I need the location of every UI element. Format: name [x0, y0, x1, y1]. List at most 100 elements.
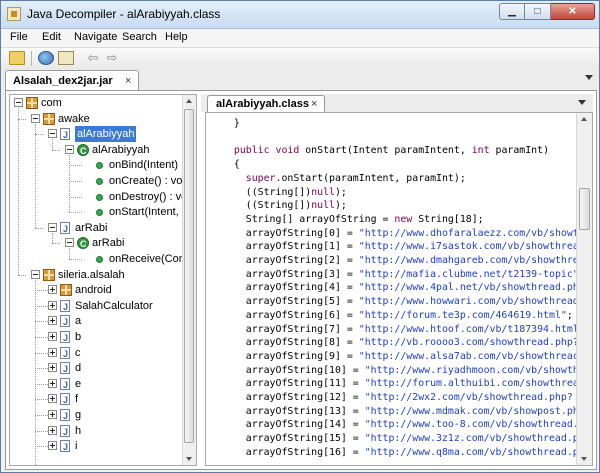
tree-node[interactable]: sileria.alsalah — [10, 267, 182, 283]
collapse-icon[interactable] — [65, 144, 74, 154]
scroll-up-icon[interactable] — [186, 99, 192, 103]
tree-node[interactable]: b — [10, 329, 182, 346]
collapse-icon[interactable] — [31, 269, 40, 279]
package-tree: comawakealArabiyyahalArabiyyahonBind(Int… — [9, 94, 197, 466]
tree-scroll-thumb[interactable] — [184, 109, 194, 443]
minimize-button[interactable]: ▁ — [499, 3, 525, 20]
tree-node[interactable]: onStart(Intent, — [10, 204, 182, 220]
close-button[interactable]: ✕ — [551, 3, 595, 20]
back-arrow-icon[interactable]: ⇦ — [85, 51, 101, 65]
window-title: Java Decompiler - alArabiyyah.class — [27, 7, 221, 21]
tree-node[interactable]: g — [10, 407, 182, 424]
collapse-icon[interactable] — [14, 98, 23, 107]
tree-node[interactable]: h — [10, 423, 182, 440]
editor-tab-close-icon[interactable]: × — [311, 98, 317, 110]
code-editor[interactable]: } public void onStart(Intent paramIntent… — [205, 112, 593, 466]
collapse-icon[interactable] — [65, 238, 74, 248]
tree-node-label: e — [75, 377, 82, 390]
tree-scrollbar[interactable] — [182, 95, 196, 465]
tree-node[interactable]: alArabiyyah — [10, 126, 182, 143]
expand-icon[interactable] — [48, 378, 57, 388]
menu-search[interactable]: Search — [122, 31, 157, 43]
code-line: arrayOfString[16] = "http://www.q8ma.com… — [222, 446, 576, 458]
menu-navigate[interactable]: Navigate — [74, 31, 117, 43]
java-icon — [60, 361, 70, 377]
expand-icon[interactable] — [48, 441, 57, 451]
expand-icon[interactable] — [48, 347, 57, 357]
collapse-icon[interactable] — [31, 113, 40, 123]
tree-node[interactable]: onCreate() : voi — [10, 173, 185, 189]
tree-node-label: sileria.alsalah — [58, 268, 125, 281]
collapse-icon[interactable] — [48, 129, 57, 139]
maximize-button[interactable]: □ — [525, 3, 551, 20]
expand-icon[interactable] — [48, 300, 57, 310]
expand-icon[interactable] — [48, 363, 57, 373]
editor-tab-label: alArabiyyah.class — [216, 98, 309, 110]
tree-node-label: SalahCalculator — [75, 299, 153, 312]
tree-node[interactable]: onDestroy() : vc — [10, 189, 187, 205]
method-icon — [96, 256, 103, 263]
code-line: arrayOfString[8] = "http://vb.roooo3.com… — [222, 337, 576, 349]
code-line: arrayOfString[4] = "http://www.4pal.net/… — [222, 282, 576, 294]
forward-arrow-icon[interactable]: ⇨ — [104, 51, 120, 65]
expand-icon[interactable] — [48, 410, 57, 419]
tree-node-label: android — [75, 284, 112, 297]
source-code[interactable]: } public void onStart(Intent paramIntent… — [206, 113, 576, 465]
tree-node-label: g — [75, 409, 82, 421]
menu-file[interactable]: File — [10, 31, 28, 43]
code-line: arrayOfString[10] = "http://www.riyadhmo… — [222, 364, 576, 376]
tree-node-label: alArabiyyah — [75, 126, 137, 143]
title-bar[interactable]: Java Decompiler - alArabiyyah.class ▁ □ … — [1, 1, 599, 29]
editor-scroll-thumb[interactable] — [579, 188, 590, 230]
editor-scroll-up-icon[interactable] — [581, 117, 587, 121]
tree-node[interactable]: a — [10, 313, 182, 330]
tab-close-icon[interactable]: × — [125, 75, 131, 87]
scroll-down-icon[interactable] — [186, 457, 192, 461]
tree-node[interactable]: com — [10, 95, 182, 111]
tree-node[interactable]: d — [10, 360, 182, 377]
editor-scrollbar[interactable] — [576, 113, 592, 465]
tree-node[interactable]: arRabi — [10, 220, 182, 237]
package-icon — [60, 284, 72, 297]
tree-node[interactable]: android — [10, 282, 182, 298]
expand-icon[interactable] — [48, 316, 57, 326]
tree-node[interactable]: awake — [10, 111, 182, 127]
tree-node[interactable]: alArabiyyah — [10, 142, 182, 159]
editor-tab-list-icon[interactable] — [578, 100, 586, 105]
package-icon — [43, 112, 55, 125]
browse-icon[interactable] — [38, 51, 54, 65]
tab-list-icon[interactable] — [585, 75, 593, 80]
tree-node[interactable]: i — [10, 438, 182, 455]
java-icon — [60, 392, 70, 408]
expand-icon[interactable] — [48, 332, 57, 341]
editor-scroll-down-icon[interactable] — [581, 457, 587, 461]
tree-node[interactable]: e — [10, 376, 182, 393]
menu-help[interactable]: Help — [165, 31, 188, 43]
tree-node[interactable]: arRabi — [10, 235, 182, 252]
expand-icon[interactable] — [48, 394, 57, 404]
open-file-icon[interactable] — [9, 51, 25, 65]
expand-icon[interactable] — [48, 285, 57, 295]
java-icon — [60, 127, 70, 143]
java-decompiler-icon — [7, 7, 21, 21]
search-icon[interactable] — [58, 51, 74, 65]
tree-node[interactable]: SalahCalculator — [10, 298, 182, 315]
tree-node[interactable]: onBind(Intent) — [10, 157, 182, 173]
code-line: arrayOfString[2] = "http://www.dmahgareb… — [222, 255, 576, 266]
tree-node-label: arRabi — [75, 221, 108, 234]
tree-node-label: f — [75, 393, 79, 406]
tree-node[interactable]: c — [10, 345, 182, 362]
tab-alarabiyyah-class[interactable]: alArabiyyah.class × — [207, 95, 325, 113]
tree-node[interactable]: onReceive(Con — [10, 251, 185, 267]
collapse-icon[interactable] — [48, 222, 57, 232]
tab-alsalah-jar[interactable]: Alsalah_dex2jar.jar × — [5, 70, 139, 91]
code-line: arrayOfString[13] = "http://www.mdmak.co… — [222, 405, 576, 417]
class-icon — [77, 236, 89, 252]
code-line: { — [222, 159, 240, 171]
tree-node[interactable]: f — [10, 391, 182, 408]
tree-node-label: a — [75, 315, 82, 328]
menu-edit[interactable]: Edit — [42, 31, 61, 43]
code-line: arrayOfString[1] = "http://www.i7sastok.… — [222, 241, 576, 253]
expand-icon[interactable] — [48, 425, 57, 435]
java-icon — [60, 314, 70, 330]
